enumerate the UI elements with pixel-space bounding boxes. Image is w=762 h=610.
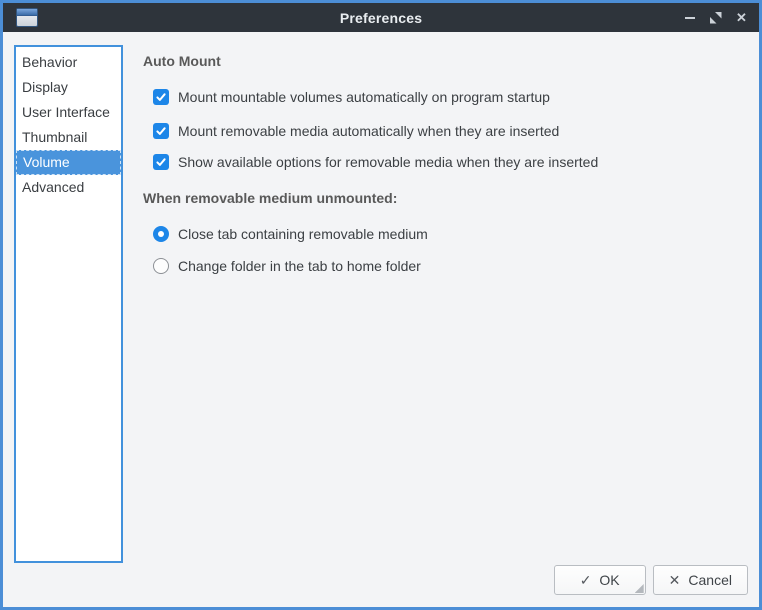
minimize-button[interactable] [683, 11, 696, 24]
checkbox-mount-volumes[interactable] [153, 89, 169, 105]
checkbox-mount-removable[interactable] [153, 123, 169, 139]
auto-mount-heading: Auto Mount [143, 53, 221, 69]
sidebar-item-advanced[interactable]: Advanced [16, 175, 121, 200]
minimize-icon [685, 17, 695, 19]
cancel-button[interactable]: ✕ Cancel [653, 565, 748, 595]
check-icon [155, 156, 167, 168]
sidebar-item-thumbnail[interactable]: Thumbnail [16, 125, 121, 150]
sidebar-item-user-interface[interactable]: User Interface [16, 100, 121, 125]
preferences-window: Preferences ✕ Behavior Display User Inte… [0, 0, 762, 610]
checkbox-row-mount-volumes: Mount mountable volumes automatically on… [153, 87, 550, 107]
checkbox-row-mount-removable: Mount removable media automatically when… [153, 121, 559, 141]
window-icon [16, 8, 38, 27]
close-icon: ✕ [736, 11, 747, 24]
checkbox-label: Mount mountable volumes automatically on… [178, 89, 550, 105]
restore-icon [710, 12, 722, 24]
radio-change-folder[interactable] [153, 258, 169, 274]
radio-close-tab[interactable] [153, 226, 169, 242]
close-button[interactable]: ✕ [735, 11, 748, 24]
ok-button-label: OK [599, 572, 619, 588]
radio-row-change-folder: Change folder in the tab to home folder [153, 256, 421, 276]
titlebar[interactable]: Preferences ✕ [3, 3, 759, 32]
sidebar-item-behavior[interactable]: Behavior [16, 50, 121, 75]
window-controls: ✕ [683, 3, 748, 32]
ok-button[interactable]: ✓ OK [554, 565, 646, 595]
content-area: Behavior Display User Interface Thumbnai… [6, 35, 756, 604]
category-list: Behavior Display User Interface Thumbnai… [14, 45, 123, 563]
restore-button[interactable] [709, 11, 722, 24]
checkbox-label: Show available options for removable med… [178, 154, 598, 170]
cross-icon: ✕ [669, 573, 681, 587]
checkbox-show-options[interactable] [153, 154, 169, 170]
checkbox-row-show-options: Show available options for removable med… [153, 152, 598, 172]
radio-row-close-tab: Close tab containing removable medium [153, 224, 428, 244]
check-icon: ✓ [580, 573, 592, 587]
check-icon [155, 125, 167, 137]
default-button-indicator [635, 584, 644, 593]
check-icon [155, 91, 167, 103]
sidebar-item-volume[interactable]: Volume [16, 150, 121, 175]
dialog-button-box: ✓ OK ✕ Cancel [554, 565, 748, 595]
cancel-button-label: Cancel [688, 572, 732, 588]
radio-label: Close tab containing removable medium [178, 226, 428, 242]
sidebar-item-display[interactable]: Display [16, 75, 121, 100]
radio-label: Change folder in the tab to home folder [178, 258, 421, 274]
checkbox-label: Mount removable media automatically when… [178, 123, 559, 139]
window-title: Preferences [3, 10, 759, 26]
when-unmounted-heading: When removable medium unmounted: [143, 190, 397, 206]
